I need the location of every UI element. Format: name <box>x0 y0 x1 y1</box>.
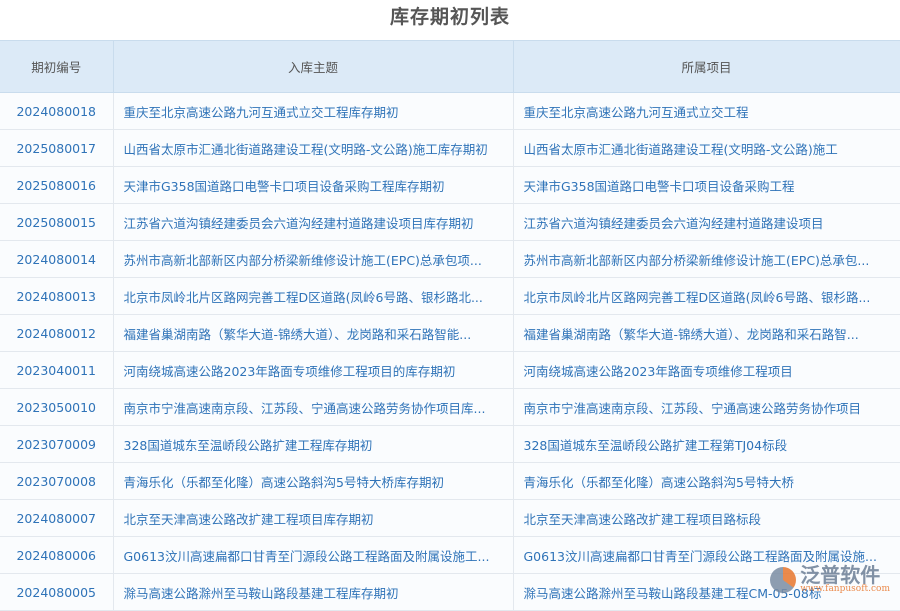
row-id[interactable]: 2024080014 <box>0 241 113 278</box>
row-subject[interactable]: 南京市宁淮高速南京段、江苏段、宁通高速公路劳务协作项目库... <box>113 389 513 426</box>
row-project[interactable]: 山西省太原市汇通北街道路建设工程(文明路-文公路)施工 <box>513 130 900 167</box>
row-project[interactable]: 重庆至北京高速公路九河互通式立交工程 <box>513 93 900 130</box>
table-row[interactable]: 2024080007北京至天津高速公路改扩建工程项目库存期初北京至天津高速公路改… <box>0 500 900 537</box>
row-project[interactable]: 福建省巢湖南路（繁华大道-锦绣大道）、龙岗路和采石路智... <box>513 315 900 352</box>
row-id[interactable]: 2024080006 <box>0 537 113 574</box>
table-row[interactable]: 2024080012福建省巢湖南路（繁华大道-锦绣大道）、龙岗路和采石路智能..… <box>0 315 900 352</box>
watermark-logo: 泛普软件www.fanpusoft.com <box>770 565 890 594</box>
table-row[interactable]: 2024080006G0613汶川高速扁都口甘青至门源段公路工程路面及附属设施工… <box>0 537 900 574</box>
table-row[interactable]: 2024080005滁马高速公路滁州至马鞍山路段基建工程库存期初滁马高速公路滁州… <box>0 574 900 611</box>
row-id[interactable]: 2024080013 <box>0 278 113 315</box>
table-row[interactable]: 2023040011河南绕城高速公路2023年路面专项维修工程项目的库存期初河南… <box>0 352 900 389</box>
table-row[interactable]: 2023070008青海乐化（乐都至化隆）高速公路斜沟5号特大桥库存期初青海乐化… <box>0 463 900 500</box>
row-project[interactable]: 北京至天津高速公路改扩建工程项目路标段 <box>513 500 900 537</box>
row-id[interactable]: 2025080017 <box>0 130 113 167</box>
row-id[interactable]: 2024080007 <box>0 500 113 537</box>
row-project[interactable]: 河南绕城高速公路2023年路面专项维修工程项目 <box>513 352 900 389</box>
table-row[interactable]: 2024080013北京市凤岭北片区路网完善工程D区道路(凤岭6号路、银杉路北.… <box>0 278 900 315</box>
row-subject[interactable]: 青海乐化（乐都至化隆）高速公路斜沟5号特大桥库存期初 <box>113 463 513 500</box>
watermark-url: www.fanpusoft.com <box>800 585 890 594</box>
row-project[interactable]: 北京市凤岭北片区路网完善工程D区道路(凤岭6号路、银杉路... <box>513 278 900 315</box>
row-id[interactable]: 2025080015 <box>0 204 113 241</box>
row-subject[interactable]: 328国道城东至温峤段公路扩建工程库存期初 <box>113 426 513 463</box>
row-id[interactable]: 2025080016 <box>0 167 113 204</box>
table-row[interactable]: 2023050010南京市宁淮高速南京段、江苏段、宁通高速公路劳务协作项目库..… <box>0 389 900 426</box>
column-header-id[interactable]: 期初编号 <box>0 41 113 93</box>
row-project[interactable]: 青海乐化（乐都至化隆）高速公路斜沟5号特大桥 <box>513 463 900 500</box>
row-project[interactable]: 328国道城东至温峤段公路扩建工程第TJ04标段 <box>513 426 900 463</box>
row-subject[interactable]: 滁马高速公路滁州至马鞍山路段基建工程库存期初 <box>113 574 513 611</box>
row-id[interactable]: 2024080012 <box>0 315 113 352</box>
column-header-project[interactable]: 所属项目 <box>513 41 900 93</box>
column-header-subject[interactable]: 入库主题 <box>113 41 513 93</box>
row-id[interactable]: 2023040011 <box>0 352 113 389</box>
table-row[interactable]: 2024080018重庆至北京高速公路九河互通式立交工程库存期初重庆至北京高速公… <box>0 93 900 130</box>
row-subject[interactable]: G0613汶川高速扁都口甘青至门源段公路工程路面及附属设施工... <box>113 537 513 574</box>
row-id[interactable]: 2023050010 <box>0 389 113 426</box>
row-id[interactable]: 2024080018 <box>0 93 113 130</box>
row-subject[interactable]: 北京至天津高速公路改扩建工程项目库存期初 <box>113 500 513 537</box>
row-subject[interactable]: 天津市G358国道路口电警卡口项目设备采购工程库存期初 <box>113 167 513 204</box>
table-row[interactable]: 2025080015江苏省六道沟镇经建委员会六道沟经建村道路建设项目库存期初江苏… <box>0 204 900 241</box>
row-subject[interactable]: 苏州市高新北部新区内部分桥梁新维修设计施工(EPC)总承包项... <box>113 241 513 278</box>
table-header: 期初编号 入库主题 所属项目 <box>0 41 900 93</box>
inventory-table: 期初编号 入库主题 所属项目 2024080018重庆至北京高速公路九河互通式立… <box>0 40 900 611</box>
table-row[interactable]: 2024080014苏州市高新北部新区内部分桥梁新维修设计施工(EPC)总承包项… <box>0 241 900 278</box>
table-row[interactable]: 2025080017山西省太原市汇通北街道路建设工程(文明路-文公路)施工库存期… <box>0 130 900 167</box>
row-project[interactable]: 江苏省六道沟镇经建委员会六道沟经建村道路建设项目 <box>513 204 900 241</box>
row-subject[interactable]: 北京市凤岭北片区路网完善工程D区道路(凤岭6号路、银杉路北... <box>113 278 513 315</box>
row-subject[interactable]: 山西省太原市汇通北街道路建设工程(文明路-文公路)施工库存期初 <box>113 130 513 167</box>
row-subject[interactable]: 福建省巢湖南路（繁华大道-锦绣大道）、龙岗路和采石路智能... <box>113 315 513 352</box>
row-project[interactable]: 天津市G358国道路口电警卡口项目设备采购工程 <box>513 167 900 204</box>
table-row[interactable]: 2025080016天津市G358国道路口电警卡口项目设备采购工程库存期初天津市… <box>0 167 900 204</box>
row-subject[interactable]: 江苏省六道沟镇经建委员会六道沟经建村道路建设项目库存期初 <box>113 204 513 241</box>
row-subject[interactable]: 河南绕城高速公路2023年路面专项维修工程项目的库存期初 <box>113 352 513 389</box>
fanpu-logo-icon <box>770 567 796 593</box>
row-project[interactable]: 苏州市高新北部新区内部分桥梁新维修设计施工(EPC)总承包... <box>513 241 900 278</box>
row-id[interactable]: 2023070009 <box>0 426 113 463</box>
row-project[interactable]: 南京市宁淮高速南京段、江苏段、宁通高速公路劳务协作项目 <box>513 389 900 426</box>
row-id[interactable]: 2023070008 <box>0 463 113 500</box>
watermark-name: 泛普软件 <box>800 565 890 585</box>
page-title: 库存期初列表 <box>0 0 900 40</box>
row-id[interactable]: 2024080005 <box>0 574 113 611</box>
row-subject[interactable]: 重庆至北京高速公路九河互通式立交工程库存期初 <box>113 93 513 130</box>
table-row[interactable]: 2023070009328国道城东至温峤段公路扩建工程库存期初328国道城东至温… <box>0 426 900 463</box>
